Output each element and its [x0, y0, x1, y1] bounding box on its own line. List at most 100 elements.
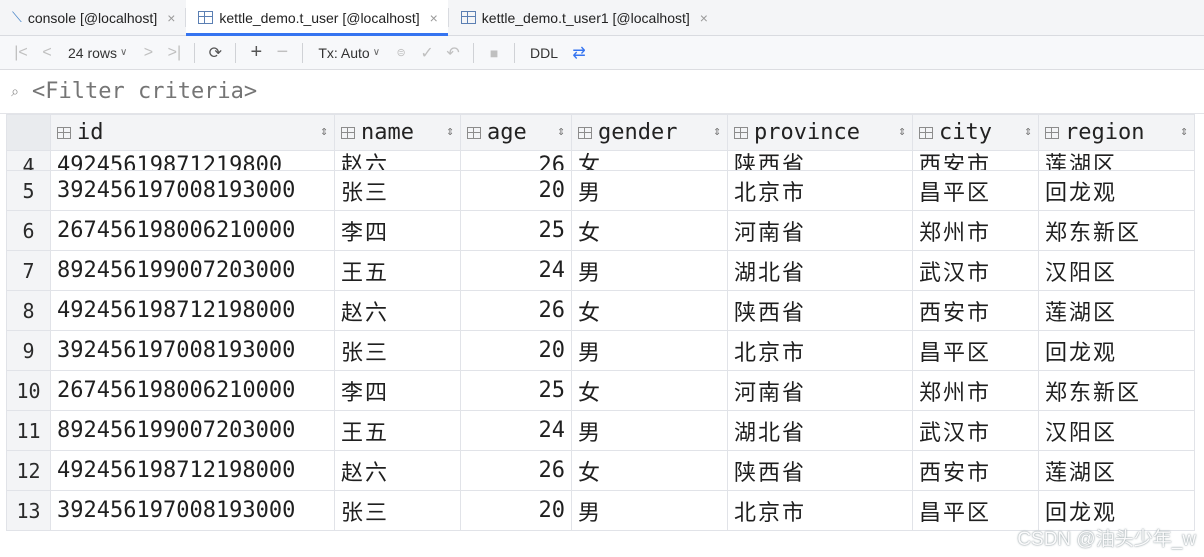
tab-t-user1[interactable]: kettle_demo.t_user1 [@localhost] ×: [449, 0, 718, 35]
cell-gender[interactable]: 男: [571, 490, 728, 531]
transaction-mode-dropdown[interactable]: Tx: Auto ∨: [312, 45, 386, 61]
row-number[interactable]: 5: [6, 170, 51, 211]
sort-icon[interactable]: ⇕: [557, 124, 565, 139]
cell-id[interactable]: 392456197008193000: [50, 330, 335, 371]
cell-region[interactable]: 莲湖区: [1038, 450, 1195, 491]
cell-region[interactable]: 郑东新区: [1038, 210, 1195, 251]
cell-name[interactable]: 张三: [334, 330, 461, 371]
table-row[interactable]: 8 492456198712198000 赵六 26 女陕西省 西安市 莲湖区: [6, 290, 1195, 331]
cell-age[interactable]: 24: [460, 250, 572, 291]
tab-console[interactable]: ⟍ console [@localhost] ×: [0, 0, 185, 35]
cell-age[interactable]: 20: [460, 330, 572, 371]
row-number[interactable]: 9: [6, 330, 51, 371]
table-row[interactable]: 12 492456198712198000 赵六 26 女陕西省 西安市 莲湖区: [6, 450, 1195, 491]
cell-age[interactable]: 20: [460, 170, 572, 211]
cell-region[interactable]: 莲湖区: [1038, 290, 1195, 331]
cell-region[interactable]: 回龙观: [1038, 170, 1195, 211]
cell-province[interactable]: 北京市: [727, 330, 913, 371]
cell-name[interactable]: 赵六: [334, 450, 461, 491]
cell-age[interactable]: 26: [460, 450, 572, 491]
cell-region[interactable]: 莲湖区: [1038, 150, 1195, 171]
table-row[interactable]: 7 892456199007203000 王五 24 男湖北省 武汉市 汉阳区: [6, 250, 1195, 291]
cell-province[interactable]: 湖北省: [727, 250, 913, 291]
cell-region[interactable]: 回龙观: [1038, 330, 1195, 371]
add-row-icon[interactable]: +: [245, 41, 267, 65]
row-number[interactable]: 13: [6, 490, 51, 531]
ddl-button[interactable]: DDL: [524, 45, 564, 61]
cell-city[interactable]: 西安市: [912, 290, 1039, 331]
cell-region[interactable]: 汉阳区: [1038, 410, 1195, 451]
table-row[interactable]: 13 392456197008193000 张三 20 男北京市 昌平区 回龙观: [6, 490, 1195, 531]
row-number[interactable]: 8: [6, 290, 51, 331]
cell-gender[interactable]: 女: [571, 210, 728, 251]
cell-region[interactable]: 郑东新区: [1038, 370, 1195, 411]
cell-age[interactable]: 25: [460, 370, 572, 411]
table-row[interactable]: 6 267456198006210000 李四 25 女河南省 郑州市 郑东新区: [6, 210, 1195, 251]
cell-province[interactable]: 河南省: [727, 210, 913, 251]
refresh-icon[interactable]: ⟳: [204, 41, 226, 65]
cell-id[interactable]: 892456199007203000: [50, 250, 335, 291]
cell-province[interactable]: 陕西省: [727, 290, 913, 331]
row-number[interactable]: 4: [6, 150, 51, 171]
compare-arrows-icon[interactable]: ⇄: [568, 41, 590, 65]
row-number[interactable]: 6: [6, 210, 51, 251]
column-header-region[interactable]: region ⇕: [1038, 114, 1195, 151]
cell-name[interactable]: 王五: [334, 250, 461, 291]
cell-age[interactable]: 20: [460, 490, 572, 531]
cell-province[interactable]: 陕西省: [727, 150, 913, 171]
cell-id[interactable]: 267456198006210000: [50, 210, 335, 251]
cell-name[interactable]: 赵六: [334, 150, 461, 171]
previous-page-icon[interactable]: <: [36, 41, 58, 65]
cell-age[interactable]: 26: [460, 150, 572, 171]
cell-id[interactable]: 492456198712198000: [50, 290, 335, 331]
cell-id[interactable]: 492456198712198000: [50, 450, 335, 491]
cell-gender[interactable]: 男: [571, 250, 728, 291]
sort-icon[interactable]: ⇕: [898, 124, 906, 139]
cell-age[interactable]: 24: [460, 410, 572, 451]
cell-gender[interactable]: 男: [571, 170, 728, 211]
delete-row-icon[interactable]: −: [271, 41, 293, 65]
next-page-icon[interactable]: >: [137, 41, 159, 65]
cell-gender[interactable]: 女: [571, 370, 728, 411]
cell-city[interactable]: 武汉市: [912, 250, 1039, 291]
cell-province[interactable]: 陕西省: [727, 450, 913, 491]
cell-city[interactable]: 西安市: [912, 150, 1039, 171]
cell-province[interactable]: 北京市: [727, 490, 913, 531]
cell-name[interactable]: 李四: [334, 370, 461, 411]
row-number[interactable]: 7: [6, 250, 51, 291]
table-row[interactable]: 10 267456198006210000 李四 25 女河南省 郑州市 郑东新区: [6, 370, 1195, 411]
database-icon[interactable]: ⊜: [390, 41, 412, 65]
cell-id[interactable]: 392456197008193000: [50, 490, 335, 531]
cell-id[interactable]: 49245619871219800: [50, 150, 335, 171]
column-header-city[interactable]: city ⇕: [912, 114, 1039, 151]
column-header-id[interactable]: id ⇕: [50, 114, 335, 151]
sort-icon[interactable]: ⇕: [320, 124, 328, 139]
cell-gender[interactable]: 女: [571, 150, 728, 171]
commit-check-icon[interactable]: ✓: [416, 41, 438, 65]
cell-name[interactable]: 张三: [334, 170, 461, 211]
cell-city[interactable]: 武汉市: [912, 410, 1039, 451]
cell-age[interactable]: 26: [460, 290, 572, 331]
cell-name[interactable]: 李四: [334, 210, 461, 251]
stop-icon[interactable]: ■: [483, 41, 505, 65]
cell-city[interactable]: 郑州市: [912, 210, 1039, 251]
sort-icon[interactable]: ⇕: [713, 124, 721, 139]
cell-gender[interactable]: 女: [571, 450, 728, 491]
table-row[interactable]: 11 892456199007203000 王五 24 男湖北省 武汉市 汉阳区: [6, 410, 1195, 451]
cell-city[interactable]: 昌平区: [912, 330, 1039, 371]
cell-city[interactable]: 昌平区: [912, 170, 1039, 211]
first-page-icon[interactable]: |<: [10, 41, 32, 65]
cell-province[interactable]: 北京市: [727, 170, 913, 211]
cell-province[interactable]: 湖北省: [727, 410, 913, 451]
cell-gender[interactable]: 男: [571, 330, 728, 371]
cell-province[interactable]: 河南省: [727, 370, 913, 411]
column-header-province[interactable]: province ⇕: [727, 114, 913, 151]
rollback-icon[interactable]: ↶: [442, 41, 464, 65]
table-row[interactable]: 5 392456197008193000 张三 20 男北京市 昌平区 回龙观: [6, 170, 1195, 211]
column-header-name[interactable]: name ⇕: [334, 114, 461, 151]
close-icon[interactable]: ×: [700, 10, 708, 26]
column-header-gender[interactable]: gender ⇕: [571, 114, 728, 151]
cell-age[interactable]: 25: [460, 210, 572, 251]
cell-name[interactable]: 赵六: [334, 290, 461, 331]
sort-icon[interactable]: ⇕: [1180, 124, 1188, 139]
